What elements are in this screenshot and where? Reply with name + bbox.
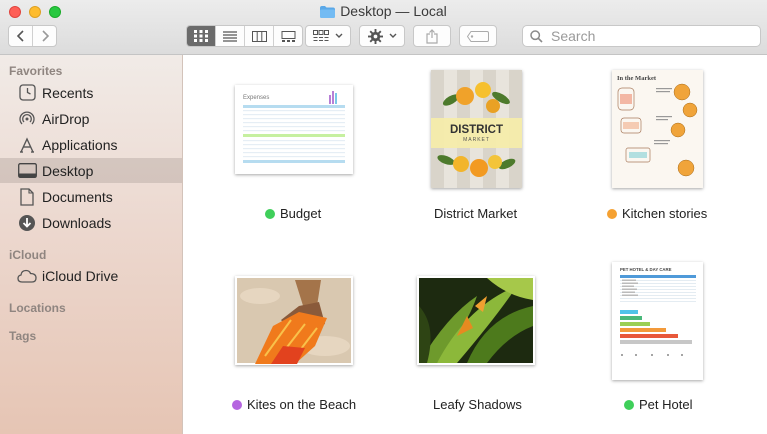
file-name: Pet Hotel: [639, 397, 693, 412]
back-button[interactable]: [9, 26, 33, 46]
list-view-button[interactable]: [216, 26, 245, 46]
download-icon: [17, 213, 37, 233]
sidebar-item-label: Documents: [42, 188, 113, 205]
file-name-label[interactable]: Kitchen stories: [607, 206, 707, 221]
sidebar-item-label: Desktop: [42, 162, 94, 179]
tag-icon: [467, 30, 489, 42]
sidebar-section-locations[interactable]: Locations: [9, 301, 66, 315]
sidebar-item-label: Downloads: [42, 214, 112, 231]
sidebar: Favorites Recents AirDrop Applications D…: [0, 55, 183, 434]
tag-dot-green: [265, 208, 275, 219]
search-field[interactable]: [522, 25, 761, 47]
edit-tags-button[interactable]: [459, 25, 497, 47]
applications-icon: [17, 135, 37, 155]
cloud-icon: [17, 266, 37, 286]
columns-icon: [251, 30, 267, 42]
window-title-bar: Desktop — Local: [0, 3, 767, 21]
search-input[interactable]: [549, 27, 753, 45]
chevron-down-icon: [335, 33, 343, 38]
file-name-label[interactable]: Leafy Shadows: [433, 397, 522, 412]
file-name-label[interactable]: Budget: [265, 206, 321, 221]
chevron-left-icon: [16, 30, 24, 42]
forward-button[interactable]: [33, 26, 56, 46]
thumbnail-title: Expenses: [243, 95, 269, 101]
tag-dot-green: [624, 399, 634, 410]
icon-grid-icon: [194, 30, 208, 42]
sidebar-section-tags[interactable]: Tags: [9, 329, 36, 343]
file-thumbnail[interactable]: DISTRICT MARKET: [431, 70, 522, 188]
file-name: Leafy Shadows: [433, 397, 522, 412]
window-title: Desktop — Local: [340, 3, 447, 19]
file-name-label[interactable]: Kites on the Beach: [232, 397, 356, 412]
file-name: Kites on the Beach: [247, 397, 357, 412]
file-thumbnail[interactable]: [417, 276, 535, 365]
sidebar-item-label: Recents: [42, 84, 94, 101]
share-icon: [426, 28, 438, 44]
search-icon: [530, 29, 543, 43]
sidebar-item-desktop[interactable]: Desktop: [0, 158, 182, 183]
sidebar-item-label: Applications: [42, 136, 118, 153]
file-browser-content: Expenses Budget DISTRICT MARKET District…: [184, 55, 767, 434]
group-grid-icon: [313, 30, 329, 41]
sidebar-section-favorites: Favorites: [9, 64, 63, 78]
sidebar-item-documents[interactable]: Documents: [0, 184, 182, 209]
file-thumbnail[interactable]: [235, 276, 353, 365]
sidebar-item-label: AirDrop: [42, 110, 90, 127]
window-toolbar: Desktop — Local: [0, 0, 767, 55]
sidebar-item-label: iCloud Drive: [42, 267, 119, 284]
file-name: Kitchen stories: [622, 206, 708, 221]
thumbnail-title: In the Market: [617, 75, 657, 82]
tag-dot-purple: [232, 399, 242, 410]
file-name-label[interactable]: District Market: [434, 206, 517, 221]
thumbnail-title: PET HOTEL & DAY CARE: [620, 267, 672, 272]
group-by-button[interactable]: [305, 25, 351, 47]
thumbnail-subtitle: MARKET: [463, 137, 490, 143]
chevron-down-icon: [389, 33, 396, 38]
icon-view-button[interactable]: [187, 26, 216, 46]
view-mode-control: [186, 25, 303, 47]
column-view-button[interactable]: [245, 26, 274, 46]
folder-icon: [320, 5, 336, 21]
tag-dot-orange: [607, 208, 617, 219]
file-thumbnail[interactable]: PET HOTEL & DAY CARE: [612, 262, 703, 380]
gallery-view-button[interactable]: [274, 26, 302, 46]
airdrop-icon: [17, 109, 37, 129]
gallery-icon: [281, 30, 295, 42]
list-icon: [223, 30, 237, 42]
action-menu-button[interactable]: [359, 25, 405, 47]
sidebar-item-downloads[interactable]: Downloads: [0, 210, 182, 235]
chevron-right-icon: [41, 30, 49, 42]
desktop-icon: [17, 161, 37, 181]
sidebar-item-recents[interactable]: Recents: [0, 80, 182, 105]
file-name-label[interactable]: Pet Hotel: [624, 397, 692, 412]
sidebar-section-icloud: iCloud: [9, 248, 47, 262]
file-thumbnail[interactable]: Expenses: [235, 85, 353, 174]
file-name: Budget: [280, 206, 322, 221]
share-button[interactable]: [413, 25, 451, 47]
gear-icon: [367, 28, 383, 44]
sidebar-item-airdrop[interactable]: AirDrop: [0, 106, 182, 131]
file-name: District Market: [434, 206, 518, 221]
document-icon: [17, 187, 37, 207]
thumbnail-title: DISTRICT: [450, 124, 503, 136]
navigation-buttons: [8, 25, 57, 47]
file-thumbnail[interactable]: In the Market: [612, 70, 703, 188]
sidebar-item-applications[interactable]: Applications: [0, 132, 182, 157]
sidebar-item-icloud-drive[interactable]: iCloud Drive: [0, 263, 182, 288]
clock-icon: [17, 83, 37, 103]
